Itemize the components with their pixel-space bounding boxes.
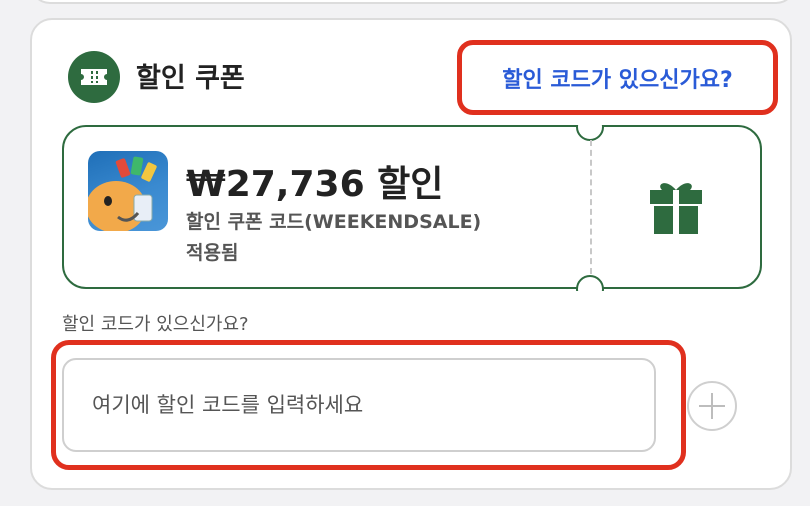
ticket-icon (68, 51, 120, 103)
coupon-code-line: 할인 쿠폰 코드(WEEKENDSALE) (186, 211, 482, 233)
previous-card-edge (30, 0, 796, 4)
applied-status: 적용됨 (186, 242, 239, 264)
code-field-label: 할인 코드가 있으신가요? (62, 314, 249, 335)
code-input[interactable] (62, 358, 656, 452)
plus-circle-icon[interactable] (687, 381, 737, 431)
section-title: 할인 쿠폰 (136, 63, 245, 94)
gift-icon (648, 176, 704, 240)
discount-amount: ₩27,736 할인 (186, 164, 444, 205)
have-code-link[interactable]: 할인 코드가 있으신가요? (502, 62, 732, 94)
code-link-highlight: 할인 코드가 있으신가요? (457, 40, 778, 115)
ticket-divider (590, 140, 592, 274)
coupon-thumbnail (88, 151, 168, 231)
